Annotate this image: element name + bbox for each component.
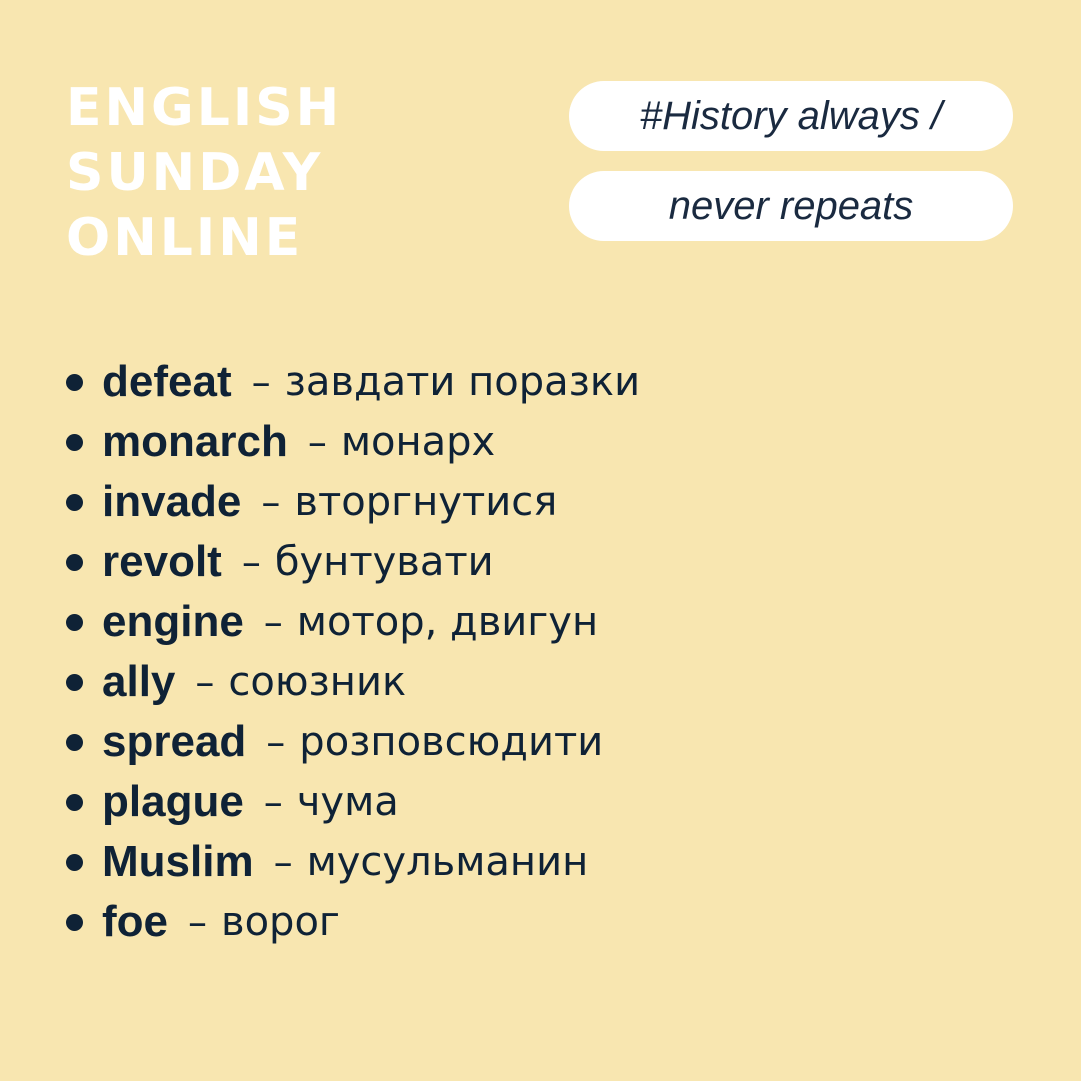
dash-separator: – xyxy=(273,840,293,884)
hashtag-pill-2: never repeats xyxy=(569,171,1013,241)
brand-line-1: ENGLISH xyxy=(66,78,343,138)
dash-separator: – xyxy=(266,720,286,764)
vocab-item: foe – ворог xyxy=(66,892,640,952)
brand-line-3: ONLINE xyxy=(66,208,304,268)
vocab-translation: розповсюдити xyxy=(299,719,604,765)
bullet-icon xyxy=(66,493,83,511)
vocab-term: monarch xyxy=(102,417,288,466)
vocab-term: foe xyxy=(102,897,168,946)
vocab-item: plague – чума xyxy=(66,772,640,832)
vocab-item: spread – розповсюдити xyxy=(66,712,640,772)
dash-separator: – xyxy=(195,660,215,704)
vocab-item: defeat – завдати поразки xyxy=(66,352,640,412)
vocabulary-list: defeat – завдати поразки monarch – монарх in… xyxy=(66,352,640,952)
bullet-icon xyxy=(66,373,83,391)
vocab-item: invade – вторгнутися xyxy=(66,472,640,532)
vocab-translation: ворог xyxy=(221,899,340,945)
dash-separator: – xyxy=(263,600,283,644)
bullet-icon xyxy=(66,553,83,571)
bullet-icon xyxy=(66,613,83,631)
vocab-translation: вторгнутися xyxy=(294,479,558,525)
vocab-item: Muslim – мусульманин xyxy=(66,832,640,892)
bullet-icon xyxy=(66,673,83,691)
vocab-item: monarch – монарх xyxy=(66,412,640,472)
vocab-translation: мотор, двигун xyxy=(296,599,599,645)
vocab-item: revolt – бунтувати xyxy=(66,532,640,592)
dash-separator: – xyxy=(188,900,207,944)
vocab-translation: мусульманин xyxy=(306,839,589,885)
bullet-icon xyxy=(66,913,83,931)
dash-separator: – xyxy=(241,540,261,584)
vocab-term: spread xyxy=(102,717,247,766)
vocab-term: engine xyxy=(102,597,244,646)
dash-separator: – xyxy=(251,360,271,404)
brand-logo-text: ENGLISH SUNDAY ONLINE xyxy=(66,76,342,271)
hashtag-pill-1: #History always / xyxy=(569,81,1013,151)
vocab-term: plague xyxy=(102,777,244,826)
bullet-icon xyxy=(66,793,83,811)
vocab-translation: монарх xyxy=(340,419,496,465)
bullet-icon xyxy=(66,433,83,451)
vocab-term: Muslim xyxy=(102,837,254,886)
brand-line-2: SUNDAY xyxy=(66,143,324,203)
vocab-item: ally – союзник xyxy=(66,652,640,712)
vocab-translation: союзник xyxy=(228,659,407,705)
bullet-icon xyxy=(66,853,83,871)
vocab-translation: завдати поразки xyxy=(284,359,641,405)
vocab-translation: чума xyxy=(296,779,399,825)
vocab-term: ally xyxy=(102,657,176,706)
vocab-item: engine – мотор, двигун xyxy=(66,592,640,652)
dash-separator: – xyxy=(261,480,281,524)
vocab-translation: бунтувати xyxy=(274,539,494,585)
vocab-term: invade xyxy=(102,477,242,526)
dash-separator: – xyxy=(263,780,283,824)
vocab-term: defeat xyxy=(102,357,232,406)
dash-separator: – xyxy=(307,420,327,464)
vocab-term: revolt xyxy=(102,537,222,586)
bullet-icon xyxy=(66,733,83,751)
